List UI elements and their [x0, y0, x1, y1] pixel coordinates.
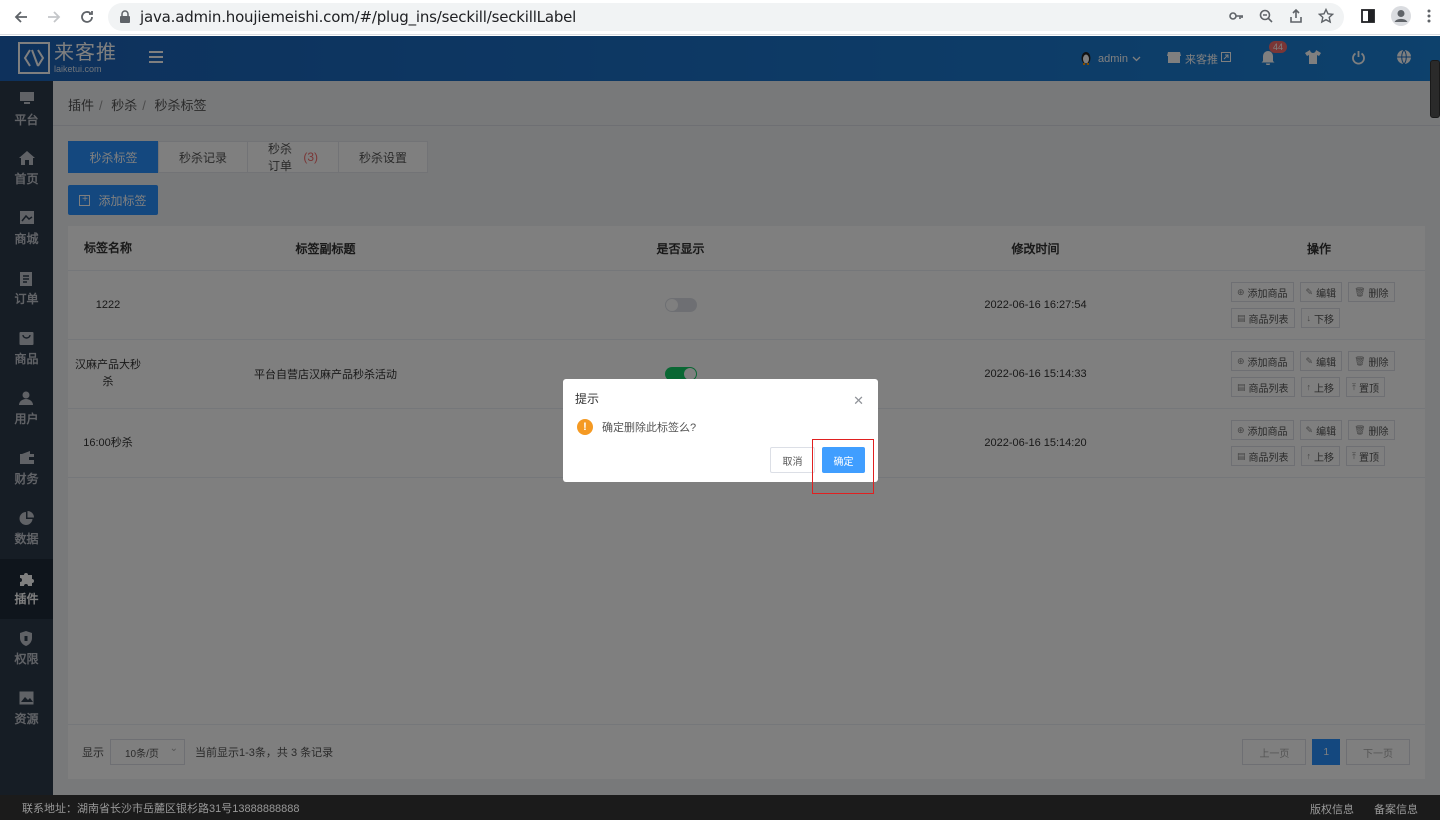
forward-arrow-icon[interactable] — [38, 1, 70, 33]
url-text: java.admin.houjiemeishi.com/#/plug_ins/s… — [140, 8, 577, 26]
icp-link[interactable]: 备案信息 — [1374, 801, 1418, 817]
lock-icon — [118, 10, 132, 24]
close-icon[interactable]: ✕ — [853, 393, 864, 409]
address-bar[interactable]: java.admin.houjiemeishi.com/#/plug_ins/s… — [108, 3, 1344, 31]
star-icon[interactable] — [1317, 7, 1335, 27]
share-icon[interactable] — [1288, 8, 1304, 27]
dialog-message: ! 确定删除此标签么? — [577, 419, 696, 435]
zoom-icon[interactable] — [1258, 8, 1274, 27]
more-vert-icon[interactable] — [1426, 8, 1432, 27]
copyright-link[interactable]: 版权信息 — [1310, 801, 1354, 817]
key-icon[interactable] — [1228, 8, 1244, 27]
warning-icon: ! — [577, 419, 593, 435]
profile-avatar-icon[interactable] — [1390, 5, 1412, 30]
footer-address: 联系地址：湖南省长沙市岳麓区银杉路31号13888888888 — [22, 802, 300, 815]
back-arrow-icon[interactable] — [5, 1, 37, 33]
highlight-box — [812, 439, 874, 494]
footer: 联系地址：湖南省长沙市岳麓区银杉路31号13888888888 版权信息 备案信… — [0, 795, 1440, 820]
browser-toolbar: java.admin.houjiemeishi.com/#/plug_ins/s… — [0, 0, 1440, 35]
cancel-button[interactable]: 取消 — [770, 447, 815, 473]
sidebar-panel-icon[interactable] — [1360, 8, 1376, 27]
dialog-title: 提示 — [575, 392, 600, 406]
reload-icon[interactable] — [71, 1, 103, 33]
